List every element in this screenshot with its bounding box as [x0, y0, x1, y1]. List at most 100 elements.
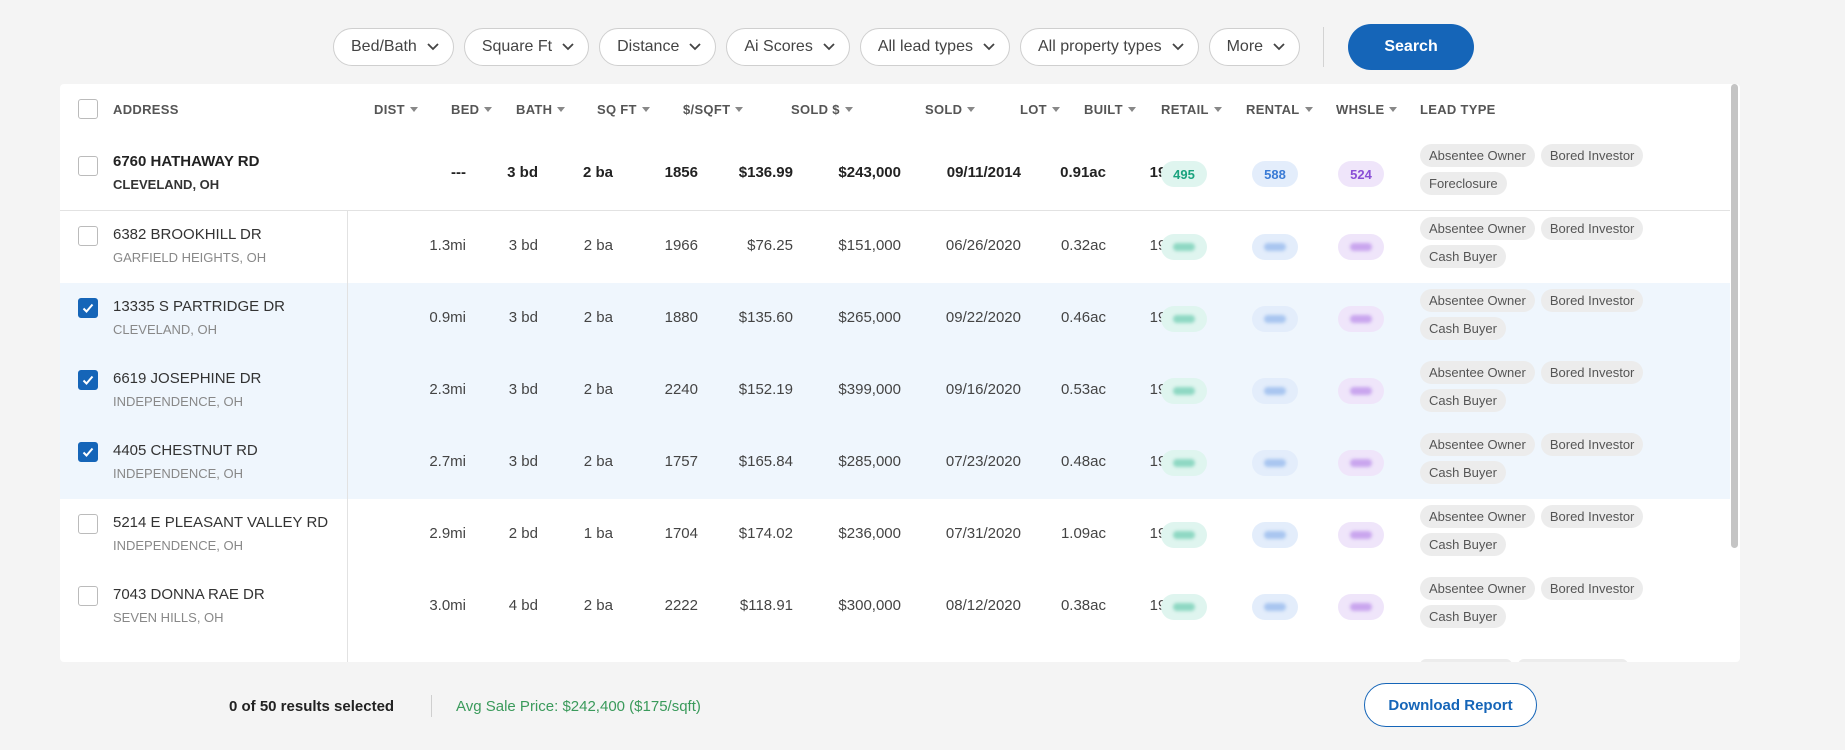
row-checkbox[interactable]	[78, 156, 98, 176]
sort-caret-icon	[557, 107, 566, 112]
row-price-per-sqft: $165.84	[738, 453, 793, 470]
row-city: INDEPENDENCE, OH	[113, 538, 244, 553]
row-address[interactable]: 6760 HATHAWAY RD	[113, 153, 259, 170]
row-sqft: 1704	[664, 525, 698, 542]
filter-ai-scores[interactable]: Ai Scores	[726, 28, 850, 66]
sort-caret-icon	[641, 107, 650, 112]
col-label: BUILT	[1084, 102, 1123, 117]
table-row[interactable]: 5214 E PLEASANT VALLEY RD INDEPENDENCE, O…	[60, 499, 1730, 571]
row-checkbox[interactable]	[78, 298, 98, 318]
row-checkbox[interactable]	[78, 586, 98, 606]
filter-label: Bed/Bath	[351, 38, 417, 55]
row-bed: 4 bd	[508, 597, 538, 614]
filter-label: More	[1226, 38, 1264, 55]
row-sold-date: 06/26/2020	[945, 237, 1021, 254]
col-address[interactable]: ADDRESS	[113, 102, 179, 117]
row-checkbox[interactable]	[78, 226, 98, 246]
filter-distance[interactable]: Distance	[599, 28, 717, 66]
col-dist[interactable]: DIST	[374, 102, 418, 117]
row-bed: 3 bd	[508, 309, 538, 326]
row-checkbox[interactable]	[78, 370, 98, 390]
rental-score-badge	[1252, 306, 1298, 332]
download-report-button[interactable]: Download Report	[1364, 683, 1537, 727]
row-sold-date: 09/16/2020	[945, 381, 1021, 398]
row-price-per-sqft: $76.25	[747, 237, 793, 254]
row-bath: 2 ba	[583, 237, 613, 254]
table-row[interactable]: 6619 JOSEPHINE DR INDEPENDENCE, OH 2.3mi 3 …	[60, 355, 1730, 427]
row-bed: 3 bd	[508, 381, 538, 398]
row-sold-price: $399,000	[838, 381, 901, 398]
col-label: DIST	[374, 102, 405, 117]
filter-label: All lead types	[877, 38, 973, 55]
filter-label: Ai Scores	[744, 38, 813, 55]
row-dist: 3.0mi	[429, 597, 466, 614]
row-sold-date: 07/31/2020	[945, 525, 1021, 542]
filter-more[interactable]: More	[1208, 28, 1301, 66]
col-label: ADDRESS	[113, 102, 179, 117]
lead-tag: Absentee Owner	[1420, 289, 1535, 312]
retail-score-badge	[1161, 594, 1207, 620]
row-sqft: 1966	[664, 237, 698, 254]
scrollbar[interactable]	[1730, 84, 1740, 662]
lead-tag: Absentee Owner	[1420, 217, 1535, 240]
row-address[interactable]: 13335 S PARTRIDGE DR	[113, 298, 285, 315]
col-label: SOLD $	[791, 102, 840, 117]
col-sold-date[interactable]: SOLD	[925, 102, 976, 117]
col-lot[interactable]: LOT	[1020, 102, 1060, 117]
filter-divider	[1323, 27, 1325, 67]
col-sqft[interactable]: SQ FT	[597, 102, 650, 117]
filter-label: All property types	[1037, 38, 1162, 55]
col-price-per-sqft[interactable]: $/SQFT	[683, 102, 744, 117]
filter-label: Square Ft	[481, 38, 553, 55]
lead-tag: Cash Buyer	[1420, 533, 1506, 556]
row-checkbox[interactable]	[78, 514, 98, 534]
filter-square-ft[interactable]: Square Ft	[463, 28, 590, 66]
table-row[interactable]: 4405 CHESTNUT RD INDEPENDENCE, OH 2.7mi 3 b…	[60, 427, 1730, 499]
row-city: CLEVELAND, OH	[113, 177, 220, 192]
table-row[interactable]: 7043 DONNA RAE DR SEVEN HILLS, OH 3.0mi 4 b…	[60, 571, 1730, 643]
row-address[interactable]: 6619 JOSEPHINE DR	[113, 370, 261, 387]
row-address[interactable]: 4405 CHESTNUT RD	[113, 442, 258, 459]
row-bath: 2 ba	[583, 453, 613, 470]
col-built[interactable]: BUILT	[1084, 102, 1136, 117]
row-sold-price: $236,000	[838, 525, 901, 542]
sort-caret-icon	[844, 107, 853, 112]
col-whsle[interactable]: WHSLE	[1336, 102, 1398, 117]
col-sold-price[interactable]: SOLD $	[791, 102, 853, 117]
col-rental[interactable]: RENTAL	[1246, 102, 1313, 117]
row-checkbox[interactable]	[78, 442, 98, 462]
col-label: RENTAL	[1246, 102, 1300, 117]
col-retail[interactable]: RETAIL	[1161, 102, 1222, 117]
lead-tag: Bored Investor	[1540, 433, 1644, 456]
sort-caret-icon	[1127, 107, 1136, 112]
col-bed[interactable]: BED	[451, 102, 493, 117]
select-all-checkbox[interactable]	[78, 99, 98, 119]
filter-lead-types[interactable]: All lead types	[859, 28, 1010, 66]
row-address[interactable]: 7043 DONNA RAE DR	[113, 586, 265, 603]
avg-sale-price: Avg Sale Price: $242,400 ($175/sqft)	[456, 698, 701, 715]
checkmark-icon	[82, 447, 94, 457]
lead-tag: Cash Buyer	[1420, 245, 1506, 268]
col-label: RETAIL	[1161, 102, 1209, 117]
row-address[interactable]: 6382 BROOKHILL DR	[113, 226, 262, 243]
row-price-per-sqft: $118.91	[739, 597, 793, 614]
row-sold-date: 08/12/2020	[945, 597, 1021, 614]
subject-property-row[interactable]: 6760 HATHAWAY RD CLEVELAND, OH --- 3 bd …	[60, 138, 1730, 211]
row-sqft: 2240	[664, 381, 698, 398]
filter-property-types[interactable]: All property types	[1019, 28, 1199, 66]
table-row[interactable]: 6382 BROOKHILL DR GARFIELD HEIGHTS, OH 1.3…	[60, 211, 1730, 283]
lead-tag: Foreclosure	[1420, 172, 1507, 195]
col-bath[interactable]: BATH	[516, 102, 566, 117]
scrollbar-thumb[interactable]	[1731, 84, 1738, 548]
table-row[interactable]: 13335 S PARTRIDGE DR CLEVELAND, OH 0.9mi 3 …	[60, 283, 1730, 355]
row-sqft: 1880	[664, 309, 698, 326]
row-lot: 0.48ac	[1060, 453, 1106, 470]
lead-type-tags: Absentee Owner Bored Investor Cash Buyer	[1420, 505, 1680, 561]
row-address[interactable]: 5214 E PLEASANT VALLEY RD	[113, 514, 328, 531]
filter-bed-bath[interactable]: Bed/Bath	[333, 28, 454, 66]
search-button[interactable]: Search	[1348, 24, 1475, 70]
row-bath: 2 ba	[582, 164, 613, 181]
row-sold-price: $243,000	[838, 164, 901, 181]
chevron-down-icon	[983, 43, 995, 51]
row-dist: 2.7mi	[429, 453, 466, 470]
